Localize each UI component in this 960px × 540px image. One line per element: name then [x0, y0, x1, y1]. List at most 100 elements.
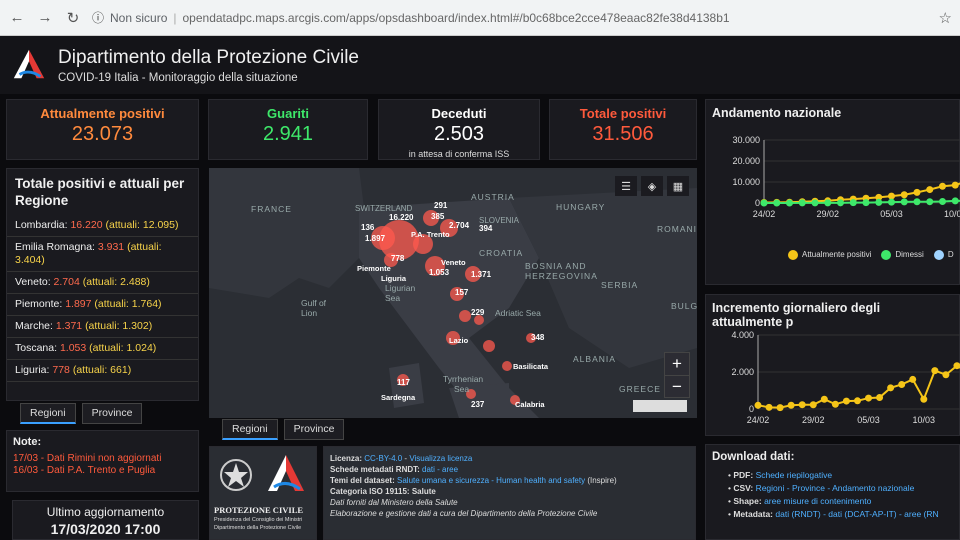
- download-csv-link[interactable]: Regioni - Province - Andamento nazionale: [756, 483, 915, 493]
- data-point: [776, 404, 784, 412]
- region-label: Basilicata: [513, 362, 549, 371]
- region-label: Veneto: [441, 258, 466, 267]
- tab-map-regioni[interactable]: Regioni: [222, 419, 278, 440]
- y-tick-label: 20.000: [732, 156, 760, 166]
- logo-subtext: Presidenza del Consiglio dei Ministri: [214, 517, 303, 523]
- dashboard-header: Dipartimento della Protezione Civile COV…: [0, 36, 960, 94]
- region-name: Veneto:: [15, 276, 51, 288]
- region-list-item[interactable]: Emilia Romagna: 3.931 (attuali: 3.404): [7, 237, 198, 272]
- y-tick-label: 0: [755, 198, 760, 208]
- back-arrow-icon[interactable]: ←: [8, 9, 26, 26]
- zoom-in-button[interactable]: +: [665, 353, 689, 375]
- kpi-attualmente-positivi: Attualmente positivi 23.073: [6, 99, 199, 160]
- data-point: [824, 199, 832, 207]
- regions-tabs: Regioni Province: [20, 403, 143, 424]
- data-point: [875, 198, 883, 206]
- layers-icon[interactable]: ◈: [641, 176, 663, 196]
- metadata-link[interactable]: dati - aree: [422, 465, 458, 474]
- region-actual: (attuali: 1.024): [89, 342, 157, 354]
- chart-title: Andamento nazionale: [712, 106, 842, 120]
- bookmark-star-icon[interactable]: ☆: [939, 9, 952, 27]
- legend-dot-icon: [933, 250, 944, 260]
- download-label: CSV:: [733, 483, 754, 493]
- region-list-item[interactable]: Liguria: 778 (attuali: 661): [7, 360, 198, 382]
- bubble-value: 1.897: [365, 234, 386, 243]
- data-point: [773, 199, 781, 207]
- update-panel: Ultimo aggiornamento 17/03/2020 17:00: [12, 500, 199, 540]
- bubble-value: 237: [471, 400, 485, 409]
- logo-subtext: Dipartimento della Protezione Civile: [214, 525, 302, 531]
- data-point: [831, 400, 839, 408]
- y-tick-label: 0: [749, 404, 754, 414]
- legend-item[interactable]: D: [933, 250, 954, 260]
- region-total: 2.704: [53, 276, 80, 288]
- legend-item[interactable]: Dimessi: [881, 250, 924, 260]
- address-bar[interactable]: ⓘ Non sicuro | opendatadpc.maps.arcgis.c…: [92, 6, 929, 30]
- map-label: Lion: [301, 308, 318, 318]
- download-shape-link[interactable]: aree misure di contenimento: [764, 496, 871, 506]
- map-label: FRANCE: [251, 204, 292, 214]
- basemap-gallery-icon[interactable]: ▦: [667, 176, 689, 196]
- region-list-item[interactable]: Piemonte: 1.897 (attuali: 1.764): [7, 294, 198, 316]
- region-total: 16.220: [70, 219, 103, 231]
- y-tick-label: 30.000: [732, 135, 760, 145]
- region-list-item[interactable]: Lombardia: 16.220 (attuali: 12.095): [7, 215, 198, 237]
- data-point: [849, 199, 857, 207]
- download-label: Shape:: [733, 496, 762, 506]
- download-pdf-link[interactable]: Schede riepilogative: [756, 470, 833, 480]
- bubble-value: 229: [471, 308, 485, 317]
- bubble-value: 348: [531, 333, 545, 342]
- x-tick-label: 24/02: [747, 415, 770, 425]
- x-tick-label: 05/03: [857, 415, 880, 425]
- list-icon[interactable]: ☰: [615, 176, 637, 196]
- map-label: HERZEGOVINA: [525, 271, 598, 281]
- reload-icon[interactable]: ↻: [64, 9, 82, 27]
- protezione-civile-logo: [13, 49, 45, 79]
- download-line: • PDF: Schede riepilogative: [728, 470, 833, 480]
- legend-dot-icon: [881, 250, 892, 260]
- download-metadata-link[interactable]: dati (RNDT) - dati (DCAT-AP-IT) - aree (…: [775, 509, 938, 519]
- forward-arrow-icon[interactable]: →: [36, 9, 54, 26]
- data-point: [754, 401, 762, 409]
- regions-list[interactable]: Lombardia: 16.220 (attuali: 12.095) Emili…: [7, 215, 198, 382]
- map-tabs: Regioni Province: [222, 419, 345, 440]
- legend-label: D: [947, 250, 954, 260]
- data-point: [920, 395, 928, 403]
- data-point: [913, 198, 921, 206]
- url-text[interactable]: opendatadpc.maps.arcgis.com/apps/opsdash…: [183, 11, 730, 25]
- data-point: [842, 397, 850, 405]
- legend-item[interactable]: Attualmente positivi: [788, 250, 871, 260]
- chart-andamento-svg[interactable]: 30.000 20.000 10.000 024/02 29/02 05/03 10/03: [706, 128, 960, 258]
- data-point: [898, 380, 906, 388]
- tab-regioni[interactable]: Regioni: [20, 403, 76, 424]
- bubble-value: 2.704: [449, 221, 470, 230]
- license-panel: Licenza: CC-BY-4.0 - Visualizza licenza …: [323, 446, 696, 540]
- regions-title: Totale positivi e attuali per Regione: [15, 176, 185, 208]
- chart-incremento-svg[interactable]: 4.000 2.000 024/02 29/02 05/03 10/03: [706, 321, 960, 433]
- view-license-link[interactable]: Visualizza licenza: [409, 454, 472, 463]
- data-point: [853, 397, 861, 405]
- data-point: [887, 384, 895, 392]
- region-list-item[interactable]: Veneto: 2.704 (attuali: 2.488): [7, 272, 198, 294]
- x-tick-label: 10/03: [944, 209, 960, 219]
- region-list-item[interactable]: Toscana: 1.053 (attuali: 1.024): [7, 338, 198, 360]
- region-label: Liguria: [381, 274, 407, 283]
- tab-map-province[interactable]: Province: [283, 419, 345, 440]
- bubble-value: 1.053: [429, 268, 450, 277]
- download-line: • Metadata: dati (RNDT) - dati (DCAT-AP-…: [728, 509, 939, 519]
- data-point: [837, 199, 844, 207]
- y-tick-label: 10.000: [732, 177, 760, 187]
- themes-link[interactable]: Salute umana e sicurezza - Human health …: [397, 476, 585, 485]
- protezione-civile-emblem: [268, 455, 304, 491]
- map-view[interactable]: FRANCE SWITZERLAND AUSTRIA HUNGARY SLOVE…: [209, 168, 697, 418]
- region-list-item[interactable]: Marche: 1.371 (attuali: 1.302): [7, 316, 198, 338]
- tab-province[interactable]: Province: [81, 403, 143, 424]
- map-label: SWITZERLAND: [355, 204, 413, 213]
- license-link[interactable]: CC-BY-4.0: [364, 454, 402, 463]
- metadata-label: Schede metadati RNDT:: [330, 465, 420, 474]
- data-point: [820, 395, 828, 403]
- bubble-value: 778: [391, 254, 405, 263]
- data-point: [939, 197, 946, 205]
- info-icon[interactable]: ⓘ: [92, 9, 104, 26]
- zoom-out-button[interactable]: −: [665, 375, 689, 397]
